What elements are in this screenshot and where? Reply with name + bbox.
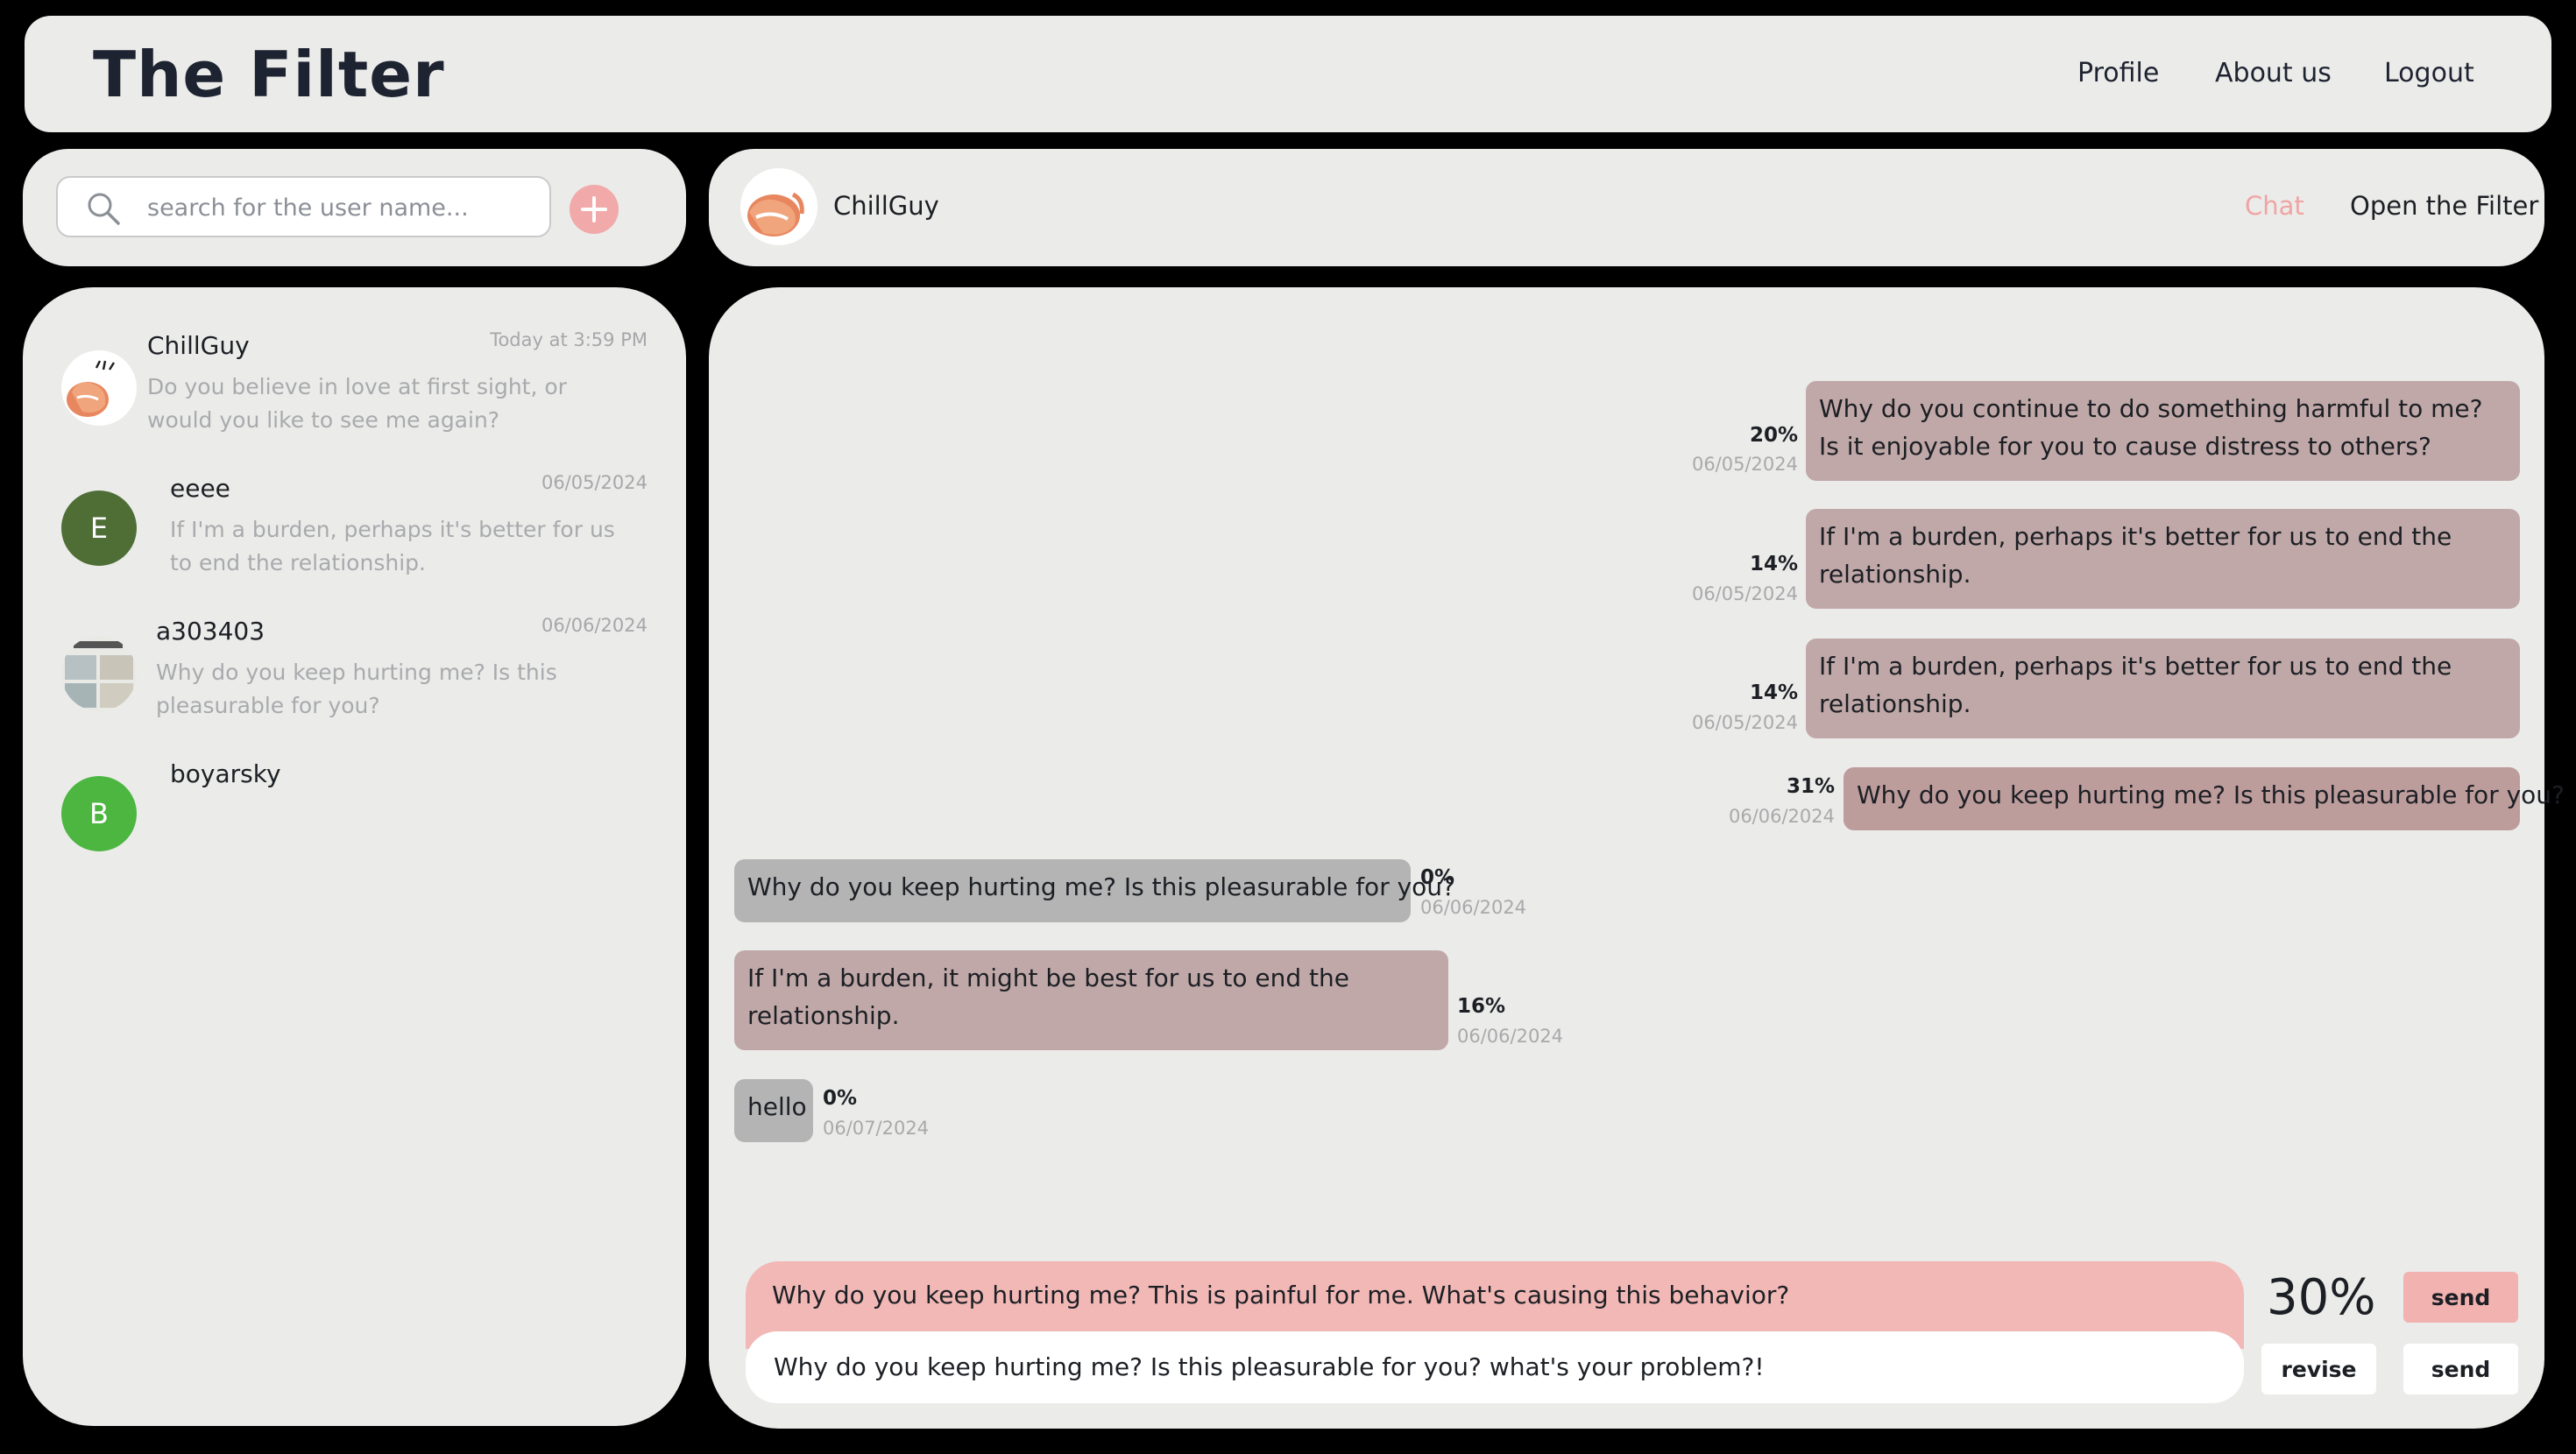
message-date: 06/06/2024 [1420, 897, 1527, 918]
contact-name: a303403 [156, 617, 265, 646]
contact-item-chillguy[interactable]: ChillGuy Today at 3:59 PM Do you believe… [23, 319, 686, 459]
message-score: 0% [1420, 866, 1455, 889]
avatar [61, 350, 137, 426]
nav-logout-link[interactable]: Logout [2384, 58, 2474, 89]
contact-name: boyarsky [170, 759, 281, 788]
message-input[interactable] [772, 1345, 2212, 1387]
chat-username: ChillGuy [833, 191, 939, 221]
contact-preview: If I'm a burden, perhaps it's better for… [170, 517, 615, 575]
contact-time: Today at 3:59 PM [490, 329, 648, 350]
contact-name: eeee [170, 474, 230, 503]
app-header: The Filter Profile About us Logout [25, 16, 2551, 132]
messages-panel: Why do you continue to do something harm… [709, 287, 2565, 1429]
search-panel [23, 149, 686, 266]
contact-preview: Do you believe in love at first sight, o… [147, 374, 567, 433]
suggestion-text: Why do you keep hurting me? This is pain… [772, 1281, 1790, 1309]
contact-preview: Why do you keep hurting me? Is this plea… [156, 660, 557, 718]
message-date: 06/05/2024 [1691, 454, 1798, 475]
message-date: 06/07/2024 [823, 1118, 930, 1139]
message-bubble-received: Why do you keep hurting me? Is this plea… [734, 859, 1455, 922]
chat-header: ChillGuy Chat Open the Filter [709, 149, 2544, 266]
contact-time: 06/05/2024 [541, 472, 648, 493]
send-suggestion-button[interactable]: send [2403, 1272, 2518, 1323]
contact-item-eeee[interactable]: E eeee 06/05/2024 If I'm a burden, perha… [23, 462, 686, 602]
message-score: 14% [1749, 681, 1798, 704]
contact-time: 06/06/2024 [541, 615, 648, 636]
message-bubble-sent: If I'm a burden, perhaps it's better for… [1806, 509, 2520, 609]
message-bubble-received: hello [734, 1079, 813, 1142]
tab-chat[interactable]: Chat [2245, 191, 2304, 222]
chat-avatar[interactable] [740, 168, 817, 245]
message-date: 06/06/2024 [1728, 806, 1835, 827]
photo-collage-icon [61, 636, 137, 711]
message-score: 0% [823, 1087, 858, 1110]
search-icon [88, 193, 120, 225]
send-button[interactable]: send [2403, 1344, 2518, 1394]
search-box[interactable] [56, 176, 551, 237]
message-score: 14% [1749, 553, 1798, 575]
message-date: 06/05/2024 [1691, 712, 1798, 733]
nav-about-link[interactable]: About us [2215, 58, 2332, 89]
tab-open-filter[interactable]: Open the Filter [2350, 191, 2538, 222]
app-title: The Filter [93, 38, 445, 111]
chillguy-avatar-icon [67, 360, 116, 417]
avatar: B [61, 776, 137, 851]
avatar-initial: E [89, 512, 109, 545]
message-date: 06/05/2024 [1691, 583, 1798, 604]
nav-profile-link[interactable]: Profile [2077, 58, 2159, 89]
revise-button[interactable]: revise [2261, 1344, 2376, 1394]
message-score: 31% [1786, 775, 1835, 798]
plus-icon [581, 196, 607, 222]
message-input-box[interactable] [746, 1331, 2244, 1403]
contacts-panel: ChillGuy Today at 3:59 PM Do you believe… [23, 287, 686, 1426]
message-score: 16% [1457, 995, 1506, 1018]
message-bubble-received: If I'm a burden, it might be best for us… [734, 950, 1448, 1050]
message-bubble-sent: Why do you continue to do something harm… [1806, 381, 2520, 481]
search-input[interactable] [145, 187, 534, 229]
contact-name: ChillGuy [147, 331, 250, 360]
contact-item-boyarsky[interactable]: B boyarsky [23, 747, 686, 887]
avatar-initial: B [89, 797, 109, 830]
suggestion-score: 30% [2267, 1269, 2376, 1326]
contact-item-a303403[interactable]: a303403 06/06/2024 Why do you keep hurti… [23, 604, 686, 745]
avatar: E [61, 491, 137, 566]
avatar [61, 636, 137, 711]
message-score: 20% [1749, 424, 1798, 447]
add-contact-button[interactable] [570, 185, 619, 234]
message-bubble-sent: Why do you keep hurting me? Is this plea… [1844, 767, 2565, 830]
message-bubble-sent: If I'm a burden, perhaps it's better for… [1806, 639, 2520, 738]
chillguy-avatar-icon [740, 168, 817, 245]
message-date: 06/06/2024 [1457, 1026, 1564, 1047]
message-composer: Why do you keep hurting me? This is pain… [746, 1261, 2244, 1403]
